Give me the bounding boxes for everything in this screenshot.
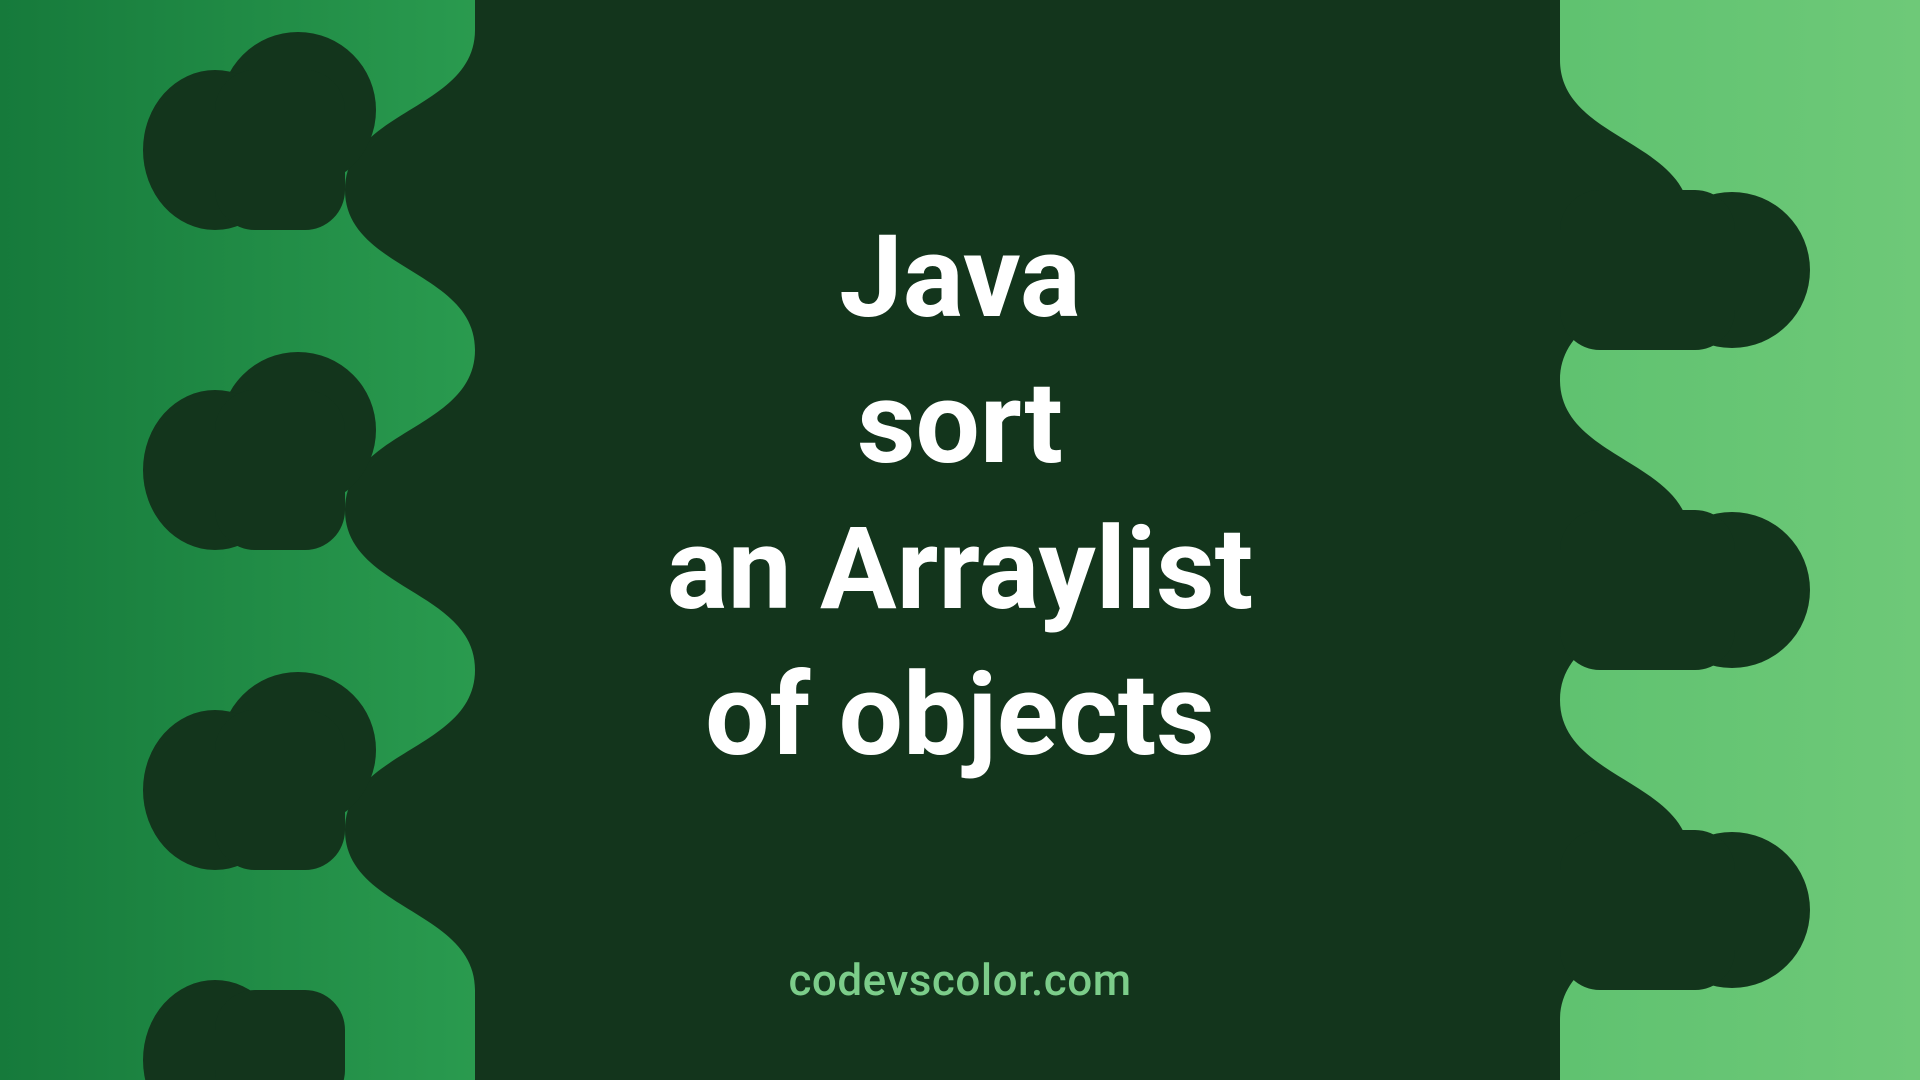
watermark-text: codevscolor.com bbox=[788, 954, 1131, 1006]
title-line-1: Java bbox=[667, 205, 1254, 351]
banner: Java sort an Arraylist of objects codevs… bbox=[0, 0, 1920, 1080]
banner-title: Java sort an Arraylist of objects bbox=[667, 205, 1254, 789]
title-line-2: sort bbox=[667, 351, 1254, 497]
title-line-4: of objects bbox=[667, 643, 1254, 789]
title-line-3: an Arraylist bbox=[667, 497, 1254, 643]
